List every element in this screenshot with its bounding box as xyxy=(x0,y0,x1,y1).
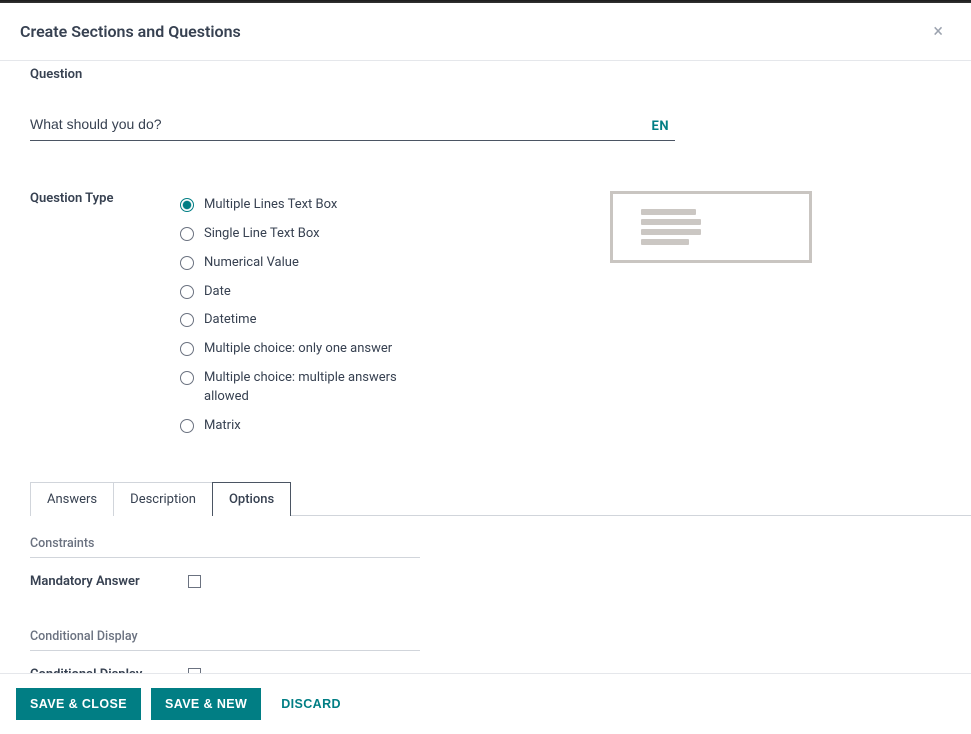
question-type-option-label: Date xyxy=(204,283,231,302)
question-type-preview xyxy=(610,191,812,263)
question-type-radio-list: Multiple Lines Text Box Single Line Text … xyxy=(180,191,560,441)
question-type-option[interactable]: Multiple Lines Text Box xyxy=(180,191,560,220)
language-badge[interactable]: EN xyxy=(646,117,676,136)
close-icon[interactable]: × xyxy=(925,17,951,46)
section-divider xyxy=(30,557,420,558)
question-type-option-label: Multiple choice: only one answer xyxy=(204,340,392,359)
tab-options[interactable]: Options xyxy=(212,482,291,516)
save-and-close-button[interactable]: SAVE & CLOSE xyxy=(16,688,141,720)
multiline-preview-icon xyxy=(641,209,701,245)
question-type-option[interactable]: Single Line Text Box xyxy=(180,220,560,249)
question-type-option-label: Datetime xyxy=(204,311,256,330)
radio-icon xyxy=(180,313,194,327)
question-type-label: Question Type xyxy=(30,191,180,206)
question-type-option[interactable]: Datetime xyxy=(180,306,560,335)
tab-description[interactable]: Description xyxy=(113,482,213,516)
question-type-section: Question Type Multiple Lines Text Box Sin… xyxy=(30,191,951,441)
modal-body-scroll[interactable]: Question EN Question Type Multiple Lines… xyxy=(0,60,971,674)
radio-icon xyxy=(180,371,194,385)
question-input-row: EN xyxy=(30,112,675,141)
modal-title: Create Sections and Questions xyxy=(20,22,241,41)
conditional-display-title: Conditional Display xyxy=(30,629,951,644)
radio-icon xyxy=(180,256,194,270)
question-label: Question xyxy=(30,67,951,82)
constraints-title: Constraints xyxy=(30,536,951,551)
conditional-display-checkbox[interactable] xyxy=(188,668,201,674)
question-input[interactable] xyxy=(30,112,638,136)
radio-icon xyxy=(180,285,194,299)
modal-footer: SAVE & CLOSE SAVE & NEW DISCARD xyxy=(0,674,971,734)
question-type-option-label: Numerical Value xyxy=(204,254,299,273)
question-type-option-label: Matrix xyxy=(204,417,241,436)
discard-button[interactable]: DISCARD xyxy=(271,688,351,720)
radio-icon xyxy=(180,227,194,241)
question-type-option-label: Multiple choice: multiple answers allowe… xyxy=(204,369,444,407)
options-pane: Constraints Mandatory Answer Conditional… xyxy=(30,516,951,674)
question-type-option[interactable]: Date xyxy=(180,278,560,307)
tab-answers[interactable]: Answers xyxy=(30,482,114,516)
mandatory-answer-label: Mandatory Answer xyxy=(30,574,180,589)
radio-icon xyxy=(180,419,194,433)
mandatory-answer-checkbox[interactable] xyxy=(188,575,201,588)
conditional-display-label: Conditional Display xyxy=(30,667,180,674)
mandatory-answer-row: Mandatory Answer xyxy=(30,574,951,589)
conditional-display-row: Conditional Display xyxy=(30,667,951,674)
detail-tabs: AnswersDescriptionOptions xyxy=(30,481,971,516)
question-type-option[interactable]: Numerical Value xyxy=(180,249,560,278)
radio-icon xyxy=(180,198,194,212)
modal-header: Create Sections and Questions × xyxy=(0,3,971,60)
radio-icon xyxy=(180,342,194,356)
question-type-option-label: Single Line Text Box xyxy=(204,225,320,244)
section-divider xyxy=(30,650,420,651)
question-type-option[interactable]: Multiple choice: multiple answers allowe… xyxy=(180,364,560,412)
question-type-option[interactable]: Matrix xyxy=(180,412,560,441)
modal-body: Question EN Question Type Multiple Lines… xyxy=(0,61,971,674)
question-type-option[interactable]: Multiple choice: only one answer xyxy=(180,335,560,364)
save-and-new-button[interactable]: SAVE & NEW xyxy=(151,688,261,720)
question-type-option-label: Multiple Lines Text Box xyxy=(204,196,337,215)
